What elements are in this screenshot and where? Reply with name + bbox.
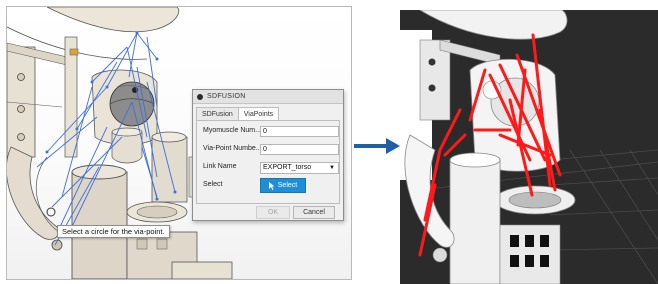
dialog-dot-icon[interactable] <box>197 93 203 100</box>
via-point-tooltip: Select a circle for the via-point. <box>57 225 170 238</box>
select-button[interactable]: Select <box>260 178 306 193</box>
right-arrow-icon <box>354 136 400 156</box>
viapoint-number-input[interactable]: 0 <box>260 144 339 155</box>
link-name-value: EXPORT_torso <box>263 164 312 171</box>
simulation-render-view[interactable] <box>400 10 658 284</box>
dialog-header[interactable]: SDFUSION <box>193 90 343 104</box>
ok-button[interactable]: OK <box>256 206 290 219</box>
tab-sdfusion[interactable]: SDFusion <box>196 107 239 120</box>
link-name-select[interactable]: EXPORT_torso ▼ <box>260 162 339 174</box>
link-name-label: Link Name <box>203 163 237 170</box>
sdfusion-dialog: SDFUSION SDFusion ViaPoints Myomuscle Nu… <box>192 89 344 221</box>
myomuscle-label: Myomuscle Num... <box>203 127 261 134</box>
dropdown-arrow-icon: ▼ <box>329 165 335 171</box>
dialog-title: SDFUSION <box>207 93 246 100</box>
cursor-arrow-icon <box>268 181 275 190</box>
select-label: Select <box>203 181 223 188</box>
rendered-robot-model <box>400 10 658 284</box>
myomuscle-number-input[interactable]: 0 <box>260 126 339 137</box>
viapoint-label: Via-Point Numbe... <box>203 145 262 152</box>
cancel-button[interactable]: Cancel <box>293 206 335 219</box>
select-button-label: Select <box>277 182 298 189</box>
dialog-tabs: SDFusion ViaPoints <box>196 107 280 122</box>
viapoints-panel: Myomuscle Num... 0 Via-Point Numbe... 0 … <box>196 120 340 204</box>
